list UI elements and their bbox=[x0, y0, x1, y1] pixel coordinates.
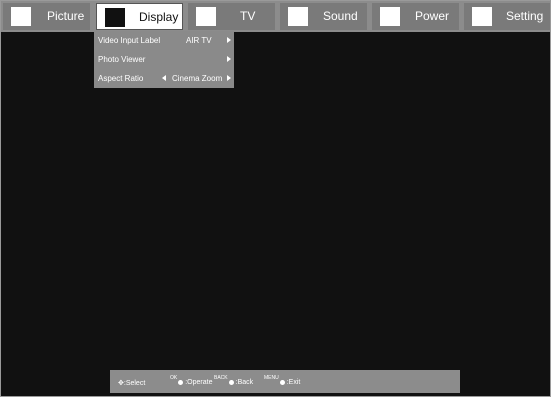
ok-button-icon bbox=[178, 379, 184, 385]
tab-display-label: Display bbox=[139, 10, 179, 24]
chevron-right-icon bbox=[227, 56, 231, 62]
hint-back: BACK :Back bbox=[214, 375, 254, 386]
menu-item-label: Photo Viewer bbox=[98, 55, 146, 64]
hint-operate-text: :Operate bbox=[185, 379, 213, 386]
tab-sound-label: Sound bbox=[323, 9, 358, 23]
ok-key-label: OK bbox=[170, 375, 178, 381]
hint-exit-text: :Exit bbox=[286, 379, 301, 386]
wrench-icon bbox=[472, 7, 492, 26]
tab-sound[interactable]: Sound bbox=[280, 3, 367, 30]
menu-item-photo-viewer[interactable]: Photo Viewer bbox=[94, 50, 234, 69]
music-note-icon bbox=[288, 7, 308, 26]
menu-item-label: Aspect Ratio bbox=[98, 74, 144, 83]
screen-frame bbox=[0, 0, 551, 397]
hint-select-text: :Select bbox=[123, 380, 146, 387]
menu-item-video-input-label[interactable]: Video Input Label AIR TV bbox=[94, 31, 234, 50]
back-button-icon bbox=[228, 379, 234, 385]
tab-picture-label: Picture bbox=[47, 9, 85, 23]
tab-display[interactable]: Display bbox=[96, 3, 183, 30]
tab-setting[interactable]: Setting bbox=[464, 3, 550, 30]
menu-item-label: Video Input Label bbox=[98, 36, 161, 45]
display-submenu: Video Input Label AIR TV Photo Viewer As… bbox=[94, 31, 234, 88]
hint-operate: OK :Operate bbox=[170, 375, 213, 386]
key-hint-bar: ✥:Select OK :Operate BACK :Back MENU :Exit bbox=[110, 370, 460, 393]
hint-select: ✥:Select bbox=[118, 379, 145, 387]
power-plug-icon bbox=[380, 7, 400, 26]
picture-icon bbox=[11, 7, 31, 26]
top-menu-bar: Picture Display TV Sound Power Setting bbox=[1, 1, 550, 32]
menu-item-aspect-ratio[interactable]: Aspect Ratio Cinema Zoom bbox=[94, 69, 234, 88]
display-icon bbox=[105, 8, 125, 27]
tab-setting-label: Setting bbox=[506, 9, 544, 23]
hint-exit: MENU :Exit bbox=[264, 375, 301, 386]
chevron-right-icon[interactable] bbox=[227, 75, 231, 81]
tab-power-label: Power bbox=[415, 9, 450, 23]
chevron-right-icon bbox=[227, 37, 231, 43]
tv-icon bbox=[196, 7, 216, 26]
menu-button-icon bbox=[279, 379, 285, 385]
menu-key-label: MENU bbox=[264, 375, 279, 381]
back-key-label: BACK bbox=[214, 375, 228, 381]
tab-tv-label: TV bbox=[240, 9, 256, 23]
tab-power[interactable]: Power bbox=[372, 3, 459, 30]
menu-item-value: AIR TV bbox=[186, 36, 212, 45]
tab-tv[interactable]: TV bbox=[188, 3, 275, 30]
tab-picture[interactable]: Picture bbox=[3, 3, 90, 30]
menu-item-value: Cinema Zoom bbox=[172, 74, 223, 83]
hint-back-text: :Back bbox=[235, 379, 254, 386]
chevron-left-icon[interactable] bbox=[162, 75, 166, 81]
